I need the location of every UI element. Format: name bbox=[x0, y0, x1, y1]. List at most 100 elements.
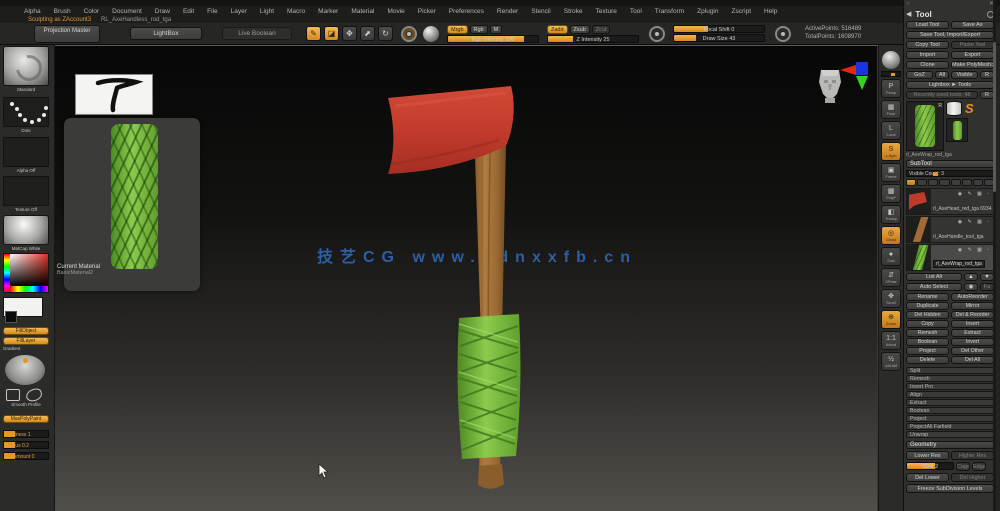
transform-tool-button[interactable]: ✥ bbox=[342, 26, 357, 41]
maxpolypaint-button[interactable]: MaxPolyPaint bbox=[3, 415, 49, 423]
collapsed-section-header[interactable]: Project bbox=[906, 415, 994, 422]
shelf-icon-button[interactable]: S L.Sym bbox=[881, 142, 901, 161]
subtool-section-header[interactable]: SubTool bbox=[906, 160, 994, 168]
subtool-down-button[interactable]: ▼ bbox=[980, 273, 994, 281]
edge-button[interactable]: Edge bbox=[972, 462, 986, 471]
save-import-export-button[interactable]: Save Tool, Import/Export bbox=[906, 31, 994, 39]
collapsed-section-header[interactable]: Remesh bbox=[906, 375, 994, 382]
subtool-strip-icon[interactable] bbox=[973, 179, 983, 186]
tray-minimize-icon[interactable]: ○ bbox=[906, 1, 910, 8]
del-lower-button[interactable]: Del Lower bbox=[906, 473, 949, 482]
zsub-button[interactable]: Zsub bbox=[570, 25, 590, 34]
subtool-action-button[interactable]: Project bbox=[906, 347, 949, 355]
shelf-icon-button[interactable]: ▩ PolyF bbox=[881, 184, 901, 203]
menu-item[interactable]: Brush bbox=[54, 8, 71, 15]
tray-slider[interactable]: Lightness 1 bbox=[3, 430, 49, 438]
collapsed-section-header[interactable]: Align bbox=[906, 391, 994, 398]
lightbox-tools-button[interactable]: Lightbox ► Tools bbox=[906, 81, 994, 89]
geometry-section-header[interactable]: Geometry bbox=[906, 441, 994, 449]
collapse-arrow-icon[interactable]: ◀ bbox=[906, 10, 911, 18]
axe-model[interactable] bbox=[55, 46, 878, 511]
subtool-up-button[interactable]: ▲ bbox=[964, 273, 978, 281]
shelf-icon-button[interactable]: P Persp bbox=[881, 79, 901, 98]
del-higher-button[interactable]: Del Higher bbox=[951, 473, 994, 482]
subtool-action-button[interactable]: Del Other bbox=[951, 347, 994, 355]
subtool-action-button[interactable]: Extract bbox=[951, 329, 994, 337]
select-lasso-icon[interactable] bbox=[25, 387, 43, 402]
menu-item[interactable]: Light bbox=[260, 8, 274, 15]
subtool-mini-icons[interactable]: ◉ ✎ ▦ ◦ bbox=[958, 247, 991, 253]
menu-item[interactable]: Stroke bbox=[564, 8, 583, 15]
subtool-strip-icon[interactable] bbox=[939, 179, 949, 186]
bpr-render-button[interactable] bbox=[882, 51, 900, 69]
menu-item[interactable]: Color bbox=[84, 8, 100, 15]
transform-tool-button[interactable]: ✎ bbox=[306, 26, 321, 41]
transform-tool-button[interactable]: ◪ bbox=[324, 26, 339, 41]
subtool-mini-icons[interactable]: ◉ ✎ ▦ ◦ bbox=[958, 191, 991, 197]
transform-tool-button[interactable]: ⬈ bbox=[360, 26, 375, 41]
subtool-strip-icon[interactable] bbox=[917, 179, 927, 186]
cylinder-primitive-icon[interactable] bbox=[946, 101, 962, 116]
menu-item[interactable]: File bbox=[207, 8, 217, 15]
export-button[interactable]: Export bbox=[951, 51, 994, 59]
subtool-row[interactable]: ◉ ✎ ▦ ◦ rl_AxeHandle_tool_tga bbox=[906, 216, 994, 243]
subtool-strip-icon[interactable] bbox=[962, 179, 972, 186]
collapsed-section-header[interactable]: Extract bbox=[906, 399, 994, 406]
subtool-action-button[interactable]: Remesh bbox=[906, 329, 949, 337]
draw-size-slider[interactable]: Draw Size 43 bbox=[673, 34, 765, 42]
paste-tool-button[interactable]: Paste Tool bbox=[951, 41, 994, 49]
copy-tool-button[interactable]: Copy Tool bbox=[906, 41, 949, 49]
document-canvas[interactable]: 技艺CG www.qdnxxfb.cn bbox=[55, 45, 878, 511]
collapsed-section-header[interactable]: Split bbox=[906, 367, 994, 374]
tool-palette-scrollbar[interactable] bbox=[993, 0, 996, 511]
shelf-icon-button[interactable]: ◎ Ghost bbox=[881, 226, 901, 245]
higher-res-button[interactable]: Higher Res bbox=[951, 451, 994, 460]
menu-item[interactable]: Document bbox=[112, 8, 142, 15]
z-intensity-slider[interactable]: Z Intensity 25 bbox=[547, 35, 639, 43]
zcut-button[interactable]: Zcut bbox=[592, 25, 611, 34]
light-placement-sphere[interactable] bbox=[5, 355, 45, 385]
projection-master-button[interactable]: Projection Master bbox=[34, 25, 100, 43]
m-button[interactable]: M bbox=[490, 25, 503, 34]
list-all-button[interactable]: List All bbox=[906, 273, 962, 281]
subtool-action-button[interactable]: Mirror bbox=[951, 302, 994, 310]
collapsed-section-header[interactable]: Insert Pro bbox=[906, 383, 994, 390]
menu-item[interactable]: Marker bbox=[318, 8, 338, 15]
subtool-action-button[interactable]: Invert bbox=[951, 338, 994, 346]
menu-item[interactable]: Tool bbox=[630, 8, 642, 15]
subtool-action-button[interactable]: Boolean bbox=[906, 338, 949, 346]
tray-slider[interactable]: LayAmount 0 bbox=[3, 452, 49, 460]
subtool-strip-icon[interactable] bbox=[906, 179, 916, 186]
subtool-action-button[interactable]: Del All bbox=[951, 356, 994, 364]
menu-item[interactable]: Zplugin bbox=[697, 8, 718, 15]
menu-item[interactable]: Edit bbox=[183, 8, 194, 15]
current-tool-thumbnail[interactable]: R bbox=[906, 101, 944, 151]
tray-slider[interactable]: Radius 0.2 bbox=[3, 441, 49, 449]
mrgb-button[interactable]: Mrgb bbox=[447, 25, 468, 34]
save-as-button[interactable]: Save As bbox=[951, 21, 994, 29]
shelf-icon-button[interactable]: ● Solo bbox=[881, 247, 901, 266]
import-button[interactable]: Import bbox=[906, 51, 949, 59]
menu-item[interactable]: Picker bbox=[418, 8, 436, 15]
shelf-icon-button[interactable]: ▣ Frame bbox=[881, 163, 901, 182]
make-polymesh3d-button[interactable]: Make PolyMesh3D bbox=[951, 61, 994, 69]
goz-visible-button[interactable]: Visible bbox=[951, 71, 978, 79]
subtool-eye-button[interactable]: ◉ bbox=[964, 283, 978, 291]
material-preview-sphere[interactable] bbox=[423, 26, 439, 42]
zadd-button[interactable]: Zadd bbox=[547, 25, 568, 34]
menu-item[interactable]: Help bbox=[764, 8, 777, 15]
secondary-color-swatch[interactable] bbox=[5, 311, 17, 323]
subtool-action-button[interactable]: Rename bbox=[906, 293, 949, 301]
shelf-icon-button[interactable]: ⇵ XPose bbox=[881, 268, 901, 287]
transform-tool-button[interactable]: ↻ bbox=[378, 26, 393, 41]
goz-r-button[interactable]: R bbox=[980, 71, 994, 79]
shelf-icon-button[interactable]: ✥ Scroll bbox=[881, 289, 901, 308]
menu-item[interactable]: Texture bbox=[596, 8, 617, 15]
menu-item[interactable]: Layer bbox=[231, 8, 247, 15]
fill-object-button[interactable]: FillObject bbox=[3, 327, 49, 335]
subtool-mini-icons[interactable]: ◉ ✎ ▦ ◦ bbox=[958, 219, 991, 225]
subtool-count-slider[interactable]: Visible Count: 3 bbox=[906, 170, 994, 177]
spix-slider[interactable] bbox=[881, 71, 901, 77]
recent-tool-thumbnail[interactable] bbox=[946, 118, 968, 142]
current-stroke-thumbnail[interactable] bbox=[3, 97, 49, 127]
